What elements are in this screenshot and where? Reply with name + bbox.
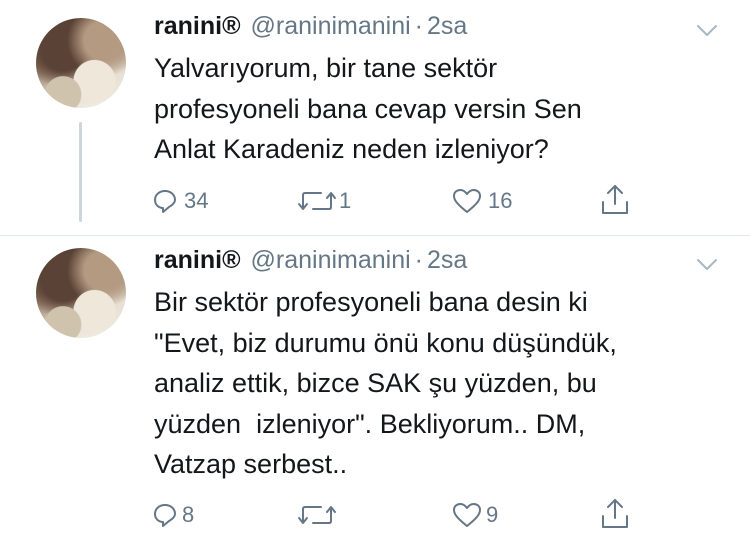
user-display-name[interactable]: ranini® <box>154 246 241 275</box>
avatar[interactable] <box>36 18 126 108</box>
like-count: 9 <box>486 502 499 527</box>
like-count: 16 <box>488 188 513 213</box>
tweet-text: Yalvarıyorum, bir tane sektör profesyone… <box>154 53 582 164</box>
heart-icon <box>453 189 481 213</box>
tweet-text: Bir sektör profesyoneli bana desin ki "E… <box>154 287 617 479</box>
like-button[interactable]: 9 <box>452 502 498 528</box>
reply-button[interactable]: 8 <box>152 502 194 528</box>
tweet-time[interactable]: 2sa <box>427 12 467 41</box>
tweet-actions: 8 9 <box>0 496 750 536</box>
separator-dot: · <box>414 12 423 40</box>
tweet-header: ranini® @raninimanini · 2sa <box>154 246 467 282</box>
retweet-icon <box>298 506 336 524</box>
tweet[interactable]: ranini® @raninimanini · 2sa Yalvarıyorum… <box>0 0 750 235</box>
reply-count: 34 <box>184 188 209 213</box>
like-button[interactable]: 16 <box>452 188 512 214</box>
separator-dot: · <box>414 246 423 274</box>
user-display-name[interactable]: ranini® <box>154 12 241 41</box>
share-icon <box>602 499 628 528</box>
retweet-icon <box>298 192 336 210</box>
retweet-count: 1 <box>339 188 352 213</box>
tweet-header: ranini® @raninimanini · 2sa <box>154 12 467 48</box>
retweet-button[interactable]: 1 <box>297 188 351 214</box>
user-handle[interactable]: @raninimanini <box>251 246 411 275</box>
chevron-down-icon[interactable] <box>696 258 718 272</box>
reply-icon <box>154 190 176 213</box>
reply-icon <box>154 504 176 527</box>
retweet-button[interactable] <box>297 502 343 528</box>
share-button[interactable] <box>600 496 630 530</box>
heart-icon <box>453 503 481 527</box>
avatar[interactable] <box>36 248 126 338</box>
user-handle[interactable]: @raninimanini <box>251 12 411 41</box>
tweet[interactable]: ranini® @raninimanini · 2sa Bir sektör p… <box>0 236 750 550</box>
tweet-actions: 34 1 16 <box>0 182 750 222</box>
chevron-down-icon[interactable] <box>696 24 718 38</box>
share-icon <box>602 185 628 214</box>
reply-button[interactable]: 34 <box>152 188 208 214</box>
tweet-time[interactable]: 2sa <box>427 246 467 275</box>
share-button[interactable] <box>600 182 630 216</box>
reply-count: 8 <box>182 502 195 527</box>
